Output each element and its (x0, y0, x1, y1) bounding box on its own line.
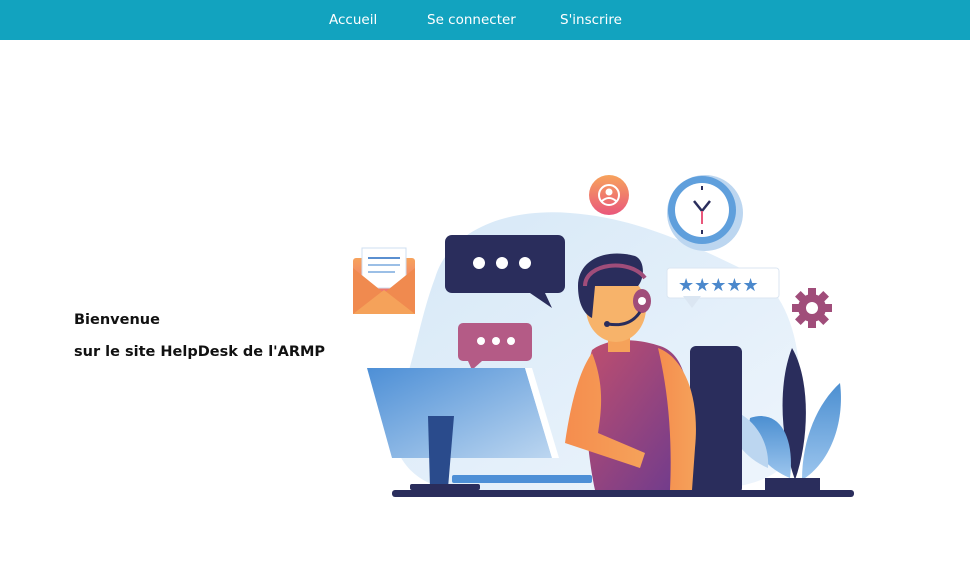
desk (392, 490, 854, 497)
chair (690, 346, 742, 494)
envelope-icon (353, 247, 415, 314)
welcome-text: Bienvenue sur le site HelpDesk de l'ARMP (74, 309, 325, 373)
clock-icon (667, 175, 743, 251)
top-navbar: Accueil Se connecter S'inscrire (0, 0, 970, 40)
helpdesk-illustration: ★★★★★ (353, 175, 854, 497)
welcome-line-1: Bienvenue (74, 312, 160, 328)
keyboard (452, 475, 592, 483)
svg-text:★★★★★: ★★★★★ (678, 275, 759, 296)
nav-link-accueil[interactable]: Accueil (329, 0, 377, 40)
user-icon (589, 175, 629, 215)
gear-icon (792, 288, 832, 328)
nav-link-sinscrire[interactable]: S'inscrire (560, 0, 622, 40)
welcome-line-2: sur le site HelpDesk de l'ARMP (74, 344, 326, 360)
nav-link-se-connecter[interactable]: Se connecter (427, 0, 516, 40)
